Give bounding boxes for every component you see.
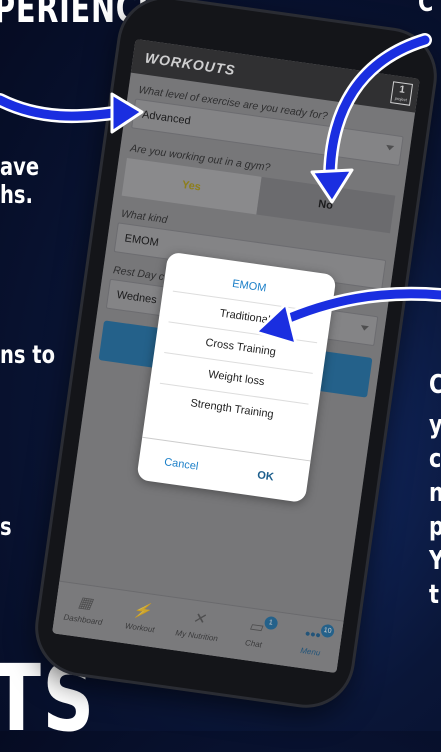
annotation-arrows — [0, 33, 441, 346]
arrow-top-right-icon — [325, 35, 430, 185]
arrowhead-icon — [310, 168, 354, 204]
arrowhead-icon — [110, 92, 144, 134]
arrowhead-icon — [254, 302, 298, 346]
